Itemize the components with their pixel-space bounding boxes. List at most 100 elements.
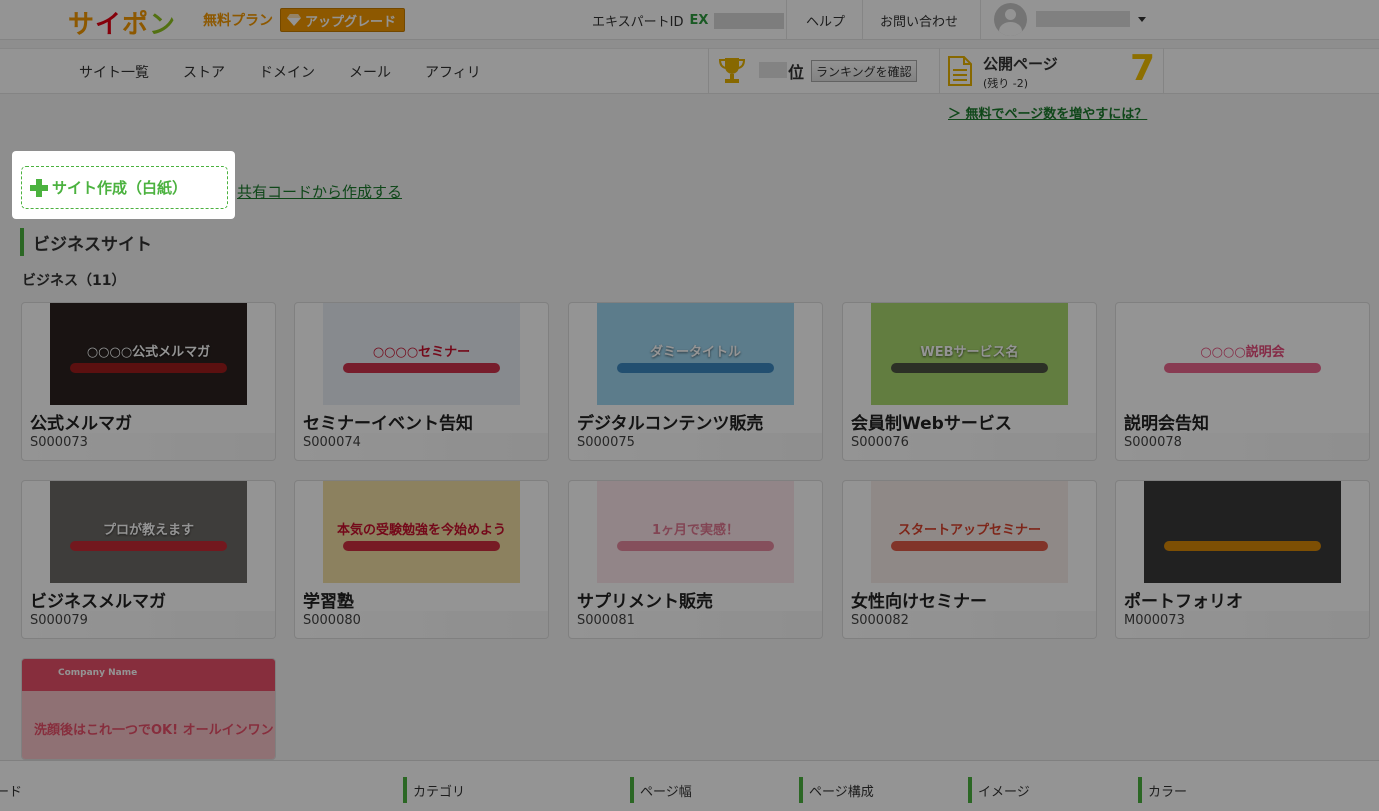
filter-image[interactable]: イメージ — [968, 777, 1030, 803]
logo-char: ポ — [122, 10, 150, 40]
template-card[interactable]: Company Name 洗顔後はこれ一つでOK! オールインワン — [21, 658, 276, 760]
template-card[interactable]: ○○○○説明会説明会告知 S000078 — [1115, 302, 1370, 461]
thumb-accent-bar — [1164, 363, 1321, 373]
rank-value-masked — [759, 62, 787, 78]
plus-icon — [30, 178, 48, 197]
upgrade-label: アップグレード — [305, 14, 397, 30]
contact-link[interactable]: お問い合わせ — [880, 11, 958, 30]
filter-bar: ード カテゴリ ページ幅 ページ構成 イメージ カラー — [0, 760, 1379, 811]
template-card[interactable]: WEBサービス名 会員制Webサービス S000076 — [842, 302, 1097, 461]
main-nav: サイト一覧 ストア ドメイン メール アフィリ — [0, 48, 1379, 94]
logo-char: イ — [95, 10, 123, 40]
template-card[interactable]: ○○○○セミナーセミナーイベント告知 S000074 — [294, 302, 549, 461]
template-name: 説明会告知 — [1124, 414, 1209, 434]
expert-id-label: エキスパートID — [592, 15, 684, 30]
header-divider — [786, 0, 787, 40]
thumb-caption: 洗顔後はこれ一つでOK! オールインワン — [34, 723, 274, 738]
expert-id-masked — [714, 12, 785, 29]
user-name-masked[interactable] — [1036, 11, 1130, 27]
template-card[interactable]: ○○○○公式メルマガ公式メルマガ S000073 — [21, 302, 276, 461]
thumb-caption: ○○○○説明会 — [1200, 345, 1285, 360]
ranking-check-button[interactable]: ランキングを確認 — [811, 60, 917, 82]
thumb-caption: 1ヶ月で実感！ — [651, 523, 740, 538]
template-card[interactable]: ポートフォリオ M000073 — [1115, 480, 1370, 639]
plan-label: 無料プラン — [203, 13, 273, 29]
template-thumbnail: ダミータイトル — [597, 303, 794, 405]
thumb-accent-bar — [891, 363, 1048, 373]
public-pages-panel: 公開ページ (残り -2) 7 — [940, 48, 1164, 94]
help-link[interactable]: ヘルプ — [806, 11, 845, 30]
template-card[interactable]: ダミータイトルデジタルコンテンツ販売 S000075 — [568, 302, 823, 461]
top-header: サイポン 無料プラン アップグレード エキスパートID EX ヘルプ お問い合わ… — [0, 0, 1379, 40]
rank-suffix: 位 — [788, 63, 805, 82]
template-code: S000073 — [30, 435, 88, 450]
template-thumbnail: Company Name 洗顔後はこれ一つでOK! オールインワン — [22, 659, 275, 759]
template-thumbnail: ○○○○説明会 — [1144, 303, 1341, 405]
diamond-icon — [287, 14, 301, 26]
template-name: ポートフォリオ — [1124, 592, 1243, 612]
create-blank-label: サイト作成（白紙） — [52, 179, 188, 197]
saipon-logo[interactable]: サイポン — [68, 4, 176, 41]
public-pages-title: 公開ページ — [983, 55, 1058, 73]
thumb-accent-bar — [617, 541, 774, 551]
template-code: S000074 — [303, 435, 361, 450]
template-name: 学習塾 — [303, 592, 354, 612]
thumb-accent-bar — [70, 541, 227, 551]
create-blank-site-button[interactable]: サイト作成（白紙） — [21, 166, 228, 209]
thumb-caption: 本気の受験勉強を今始めよう — [336, 523, 506, 538]
logo-char: ン — [149, 10, 177, 40]
nav-mail[interactable]: メール — [349, 62, 391, 82]
template-card[interactable]: スタートアップセミナー 女性向けセミナー S000082 — [842, 480, 1097, 639]
template-card[interactable]: プロが教えます ビジネスメルマガ S000079 — [21, 480, 276, 639]
expert-id-prefix: EX — [689, 13, 709, 28]
template-code: S000082 — [851, 613, 909, 628]
thumb-accent-bar — [891, 541, 1048, 551]
template-code: S000080 — [303, 613, 361, 628]
filter-page-structure[interactable]: ページ構成 — [799, 777, 874, 803]
template-code: M000073 — [1124, 613, 1185, 628]
trophy-icon — [719, 58, 745, 83]
template-card[interactable]: 1ヶ月で実感！ サプリメント販売 S000081 — [568, 480, 823, 639]
document-icon — [948, 56, 972, 86]
expert-id: エキスパートID EX — [592, 11, 785, 30]
create-from-shared-code-link[interactable]: 共有コードから作成する — [237, 181, 402, 202]
thumb-accent-bar — [617, 363, 774, 373]
template-name: サプリメント販売 — [577, 592, 713, 612]
thumb-accent-bar — [70, 363, 227, 373]
template-thumbnail: ○○○○公式メルマガ — [50, 303, 247, 405]
template-code: S000081 — [577, 613, 635, 628]
thumb-accent-bar — [343, 541, 500, 551]
thumb-caption: ダミータイトル — [649, 345, 741, 360]
chevron-down-icon[interactable] — [1138, 17, 1146, 22]
thumb-caption: ○○○○セミナー — [372, 345, 471, 360]
filter-keyword[interactable]: ード — [0, 777, 22, 803]
template-name: ビジネスメルマガ — [30, 592, 166, 612]
template-name: デジタルコンテンツ販売 — [577, 414, 764, 434]
avatar[interactable] — [994, 3, 1027, 36]
template-name: 公式メルマガ — [30, 414, 132, 434]
template-name: セミナーイベント告知 — [303, 414, 473, 434]
nav-site-list[interactable]: サイト一覧 — [79, 62, 149, 82]
template-code: S000078 — [1124, 435, 1182, 450]
section-title: ビジネスサイト — [20, 228, 152, 256]
upgrade-button[interactable]: アップグレード — [280, 8, 406, 32]
public-pages-remaining: (残り -2) — [983, 77, 1029, 90]
filter-color[interactable]: カラー — [1138, 777, 1187, 803]
logo-char: サ — [68, 10, 96, 40]
nav-domain[interactable]: ドメイン — [259, 62, 315, 82]
template-code: S000076 — [851, 435, 909, 450]
filter-page-width[interactable]: ページ幅 — [630, 777, 692, 803]
ranking-panel: 位 ランキングを確認 — [708, 48, 940, 94]
thumb-caption: プロが教えます — [102, 523, 194, 538]
template-thumbnail: 1ヶ月で実感！ — [597, 481, 794, 583]
template-code: S000075 — [577, 435, 635, 450]
nav-affiliate[interactable]: アフィリ — [425, 62, 481, 82]
filter-category[interactable]: カテゴリ — [403, 777, 465, 803]
template-thumbnail: ○○○○セミナー — [323, 303, 520, 405]
template-card[interactable]: 本気の受験勉強を今始めよう学習塾 S000080 — [294, 480, 549, 639]
header-divider — [862, 0, 863, 40]
increase-pages-link[interactable]: ＞ 無料でページ数を増やすには？ — [948, 103, 1147, 122]
nav-store[interactable]: ストア — [183, 62, 225, 82]
template-thumbnail — [1144, 481, 1341, 583]
thumb-caption: スタートアップセミナー — [897, 523, 1041, 538]
